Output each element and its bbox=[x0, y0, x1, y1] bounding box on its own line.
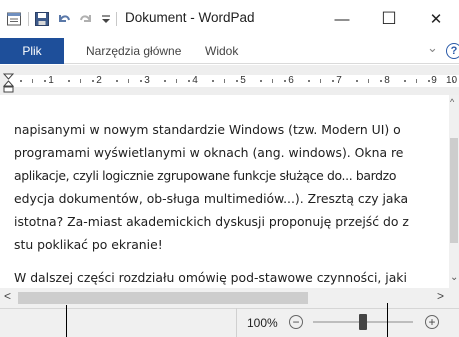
zoom-out-button[interactable]: − bbox=[289, 315, 303, 329]
ruler-tick bbox=[404, 80, 406, 82]
scrollbar-corner bbox=[449, 288, 459, 308]
ruler-tick bbox=[416, 79, 417, 83]
ruler-tick bbox=[188, 80, 190, 82]
customize-qat-icon[interactable] bbox=[98, 11, 114, 27]
close-icon: ✕ bbox=[429, 11, 443, 28]
vertical-scroll-thumb[interactable] bbox=[450, 138, 458, 243]
document-area[interactable]: napisanymi w nowym standardzie Windows (… bbox=[0, 95, 449, 288]
ruler-tick bbox=[92, 80, 94, 82]
document-line: istotna? Za-miast akademickich dyskusji … bbox=[14, 214, 409, 229]
document-line: stu poklikać po ekranie! bbox=[14, 237, 163, 252]
zoom-in-button[interactable]: + bbox=[425, 315, 439, 329]
save-icon[interactable] bbox=[34, 11, 50, 27]
ruler-number: 4 bbox=[192, 75, 198, 86]
ruler-tick bbox=[452, 80, 454, 82]
ruler-number: 2 bbox=[96, 75, 102, 86]
ruler-tick bbox=[116, 80, 118, 82]
status-divider bbox=[236, 308, 237, 337]
ruler-tick bbox=[140, 80, 142, 82]
maximize-button[interactable]: ☐ bbox=[366, 0, 412, 38]
overlay-marker-line bbox=[66, 305, 67, 337]
ruler-tick bbox=[176, 79, 177, 83]
qat-separator bbox=[28, 12, 29, 26]
zoom-level: 100% bbox=[247, 316, 278, 330]
ruler-tick bbox=[356, 80, 358, 82]
indent-marker-icon[interactable] bbox=[3, 73, 14, 93]
ruler-tick bbox=[308, 80, 310, 82]
ruler-number: 1 bbox=[48, 75, 54, 86]
ruler-tick bbox=[224, 79, 225, 83]
zoom-slider-thumb[interactable] bbox=[359, 314, 367, 330]
scroll-up-icon[interactable]: ^ bbox=[450, 97, 454, 107]
ruler-number: 5 bbox=[240, 75, 246, 86]
tab-home[interactable]: Narzędzia główne bbox=[86, 38, 181, 64]
redo-icon[interactable] bbox=[78, 11, 94, 27]
ruler-tick bbox=[212, 80, 214, 82]
ruler-tick bbox=[332, 80, 334, 82]
tab-file[interactable]: Plik bbox=[0, 38, 64, 64]
help-button[interactable]: ? bbox=[446, 43, 459, 59]
ruler-tick bbox=[20, 80, 22, 82]
ruler-tick bbox=[284, 80, 286, 82]
document-line: W dalszej części rozdziału omówię pod-st… bbox=[14, 270, 407, 285]
horizontal-scroll-thumb[interactable] bbox=[18, 292, 308, 304]
ruler-tick bbox=[380, 80, 382, 82]
ruler-tick bbox=[368, 79, 369, 83]
title-separator bbox=[116, 12, 117, 26]
window-title: Dokument - WordPad bbox=[125, 10, 255, 25]
document-line: edycja dokumentów, ob-sługa multimediów.… bbox=[14, 191, 409, 206]
ruler-tick bbox=[164, 80, 166, 82]
ruler-tick bbox=[128, 79, 129, 83]
maximize-icon: ☐ bbox=[381, 9, 397, 28]
ruler-tick bbox=[260, 80, 262, 82]
ruler-number: 8 bbox=[384, 75, 390, 86]
ruler-tick bbox=[320, 79, 321, 83]
undo-icon[interactable] bbox=[56, 11, 72, 27]
document-line: aplikacje, czyli logicznie zgrupowane fu… bbox=[14, 168, 397, 183]
document-line: napisanymi w nowym standardzie Windows (… bbox=[14, 122, 401, 137]
close-button[interactable]: ✕ bbox=[413, 0, 459, 38]
ruler-tick bbox=[272, 79, 273, 83]
ruler-tick bbox=[32, 79, 33, 83]
collapse-ribbon-icon[interactable]: ⌄ bbox=[427, 40, 438, 56]
ruler-tick bbox=[80, 79, 81, 83]
ruler-tick bbox=[68, 80, 70, 82]
minimize-icon: — bbox=[334, 10, 350, 28]
scroll-left-icon[interactable]: < bbox=[4, 289, 11, 303]
wordpad-app-icon[interactable] bbox=[6, 11, 22, 27]
minimize-button[interactable]: — bbox=[319, 0, 365, 38]
scroll-down-icon[interactable]: ⌄ bbox=[450, 272, 458, 283]
ruler-number: 6 bbox=[288, 75, 294, 86]
scroll-right-icon[interactable]: > bbox=[437, 289, 444, 303]
ruler-number: 3 bbox=[144, 75, 150, 86]
ruler-tick bbox=[428, 80, 430, 82]
overlay-marker-line bbox=[387, 303, 388, 337]
ruler-number: 7 bbox=[336, 75, 342, 86]
ruler-tick bbox=[44, 80, 46, 82]
ruler-tick bbox=[236, 80, 238, 82]
document-line: programami wyświetlanymi w oknach (ang. … bbox=[14, 145, 404, 160]
tab-view[interactable]: Widok bbox=[205, 38, 238, 64]
